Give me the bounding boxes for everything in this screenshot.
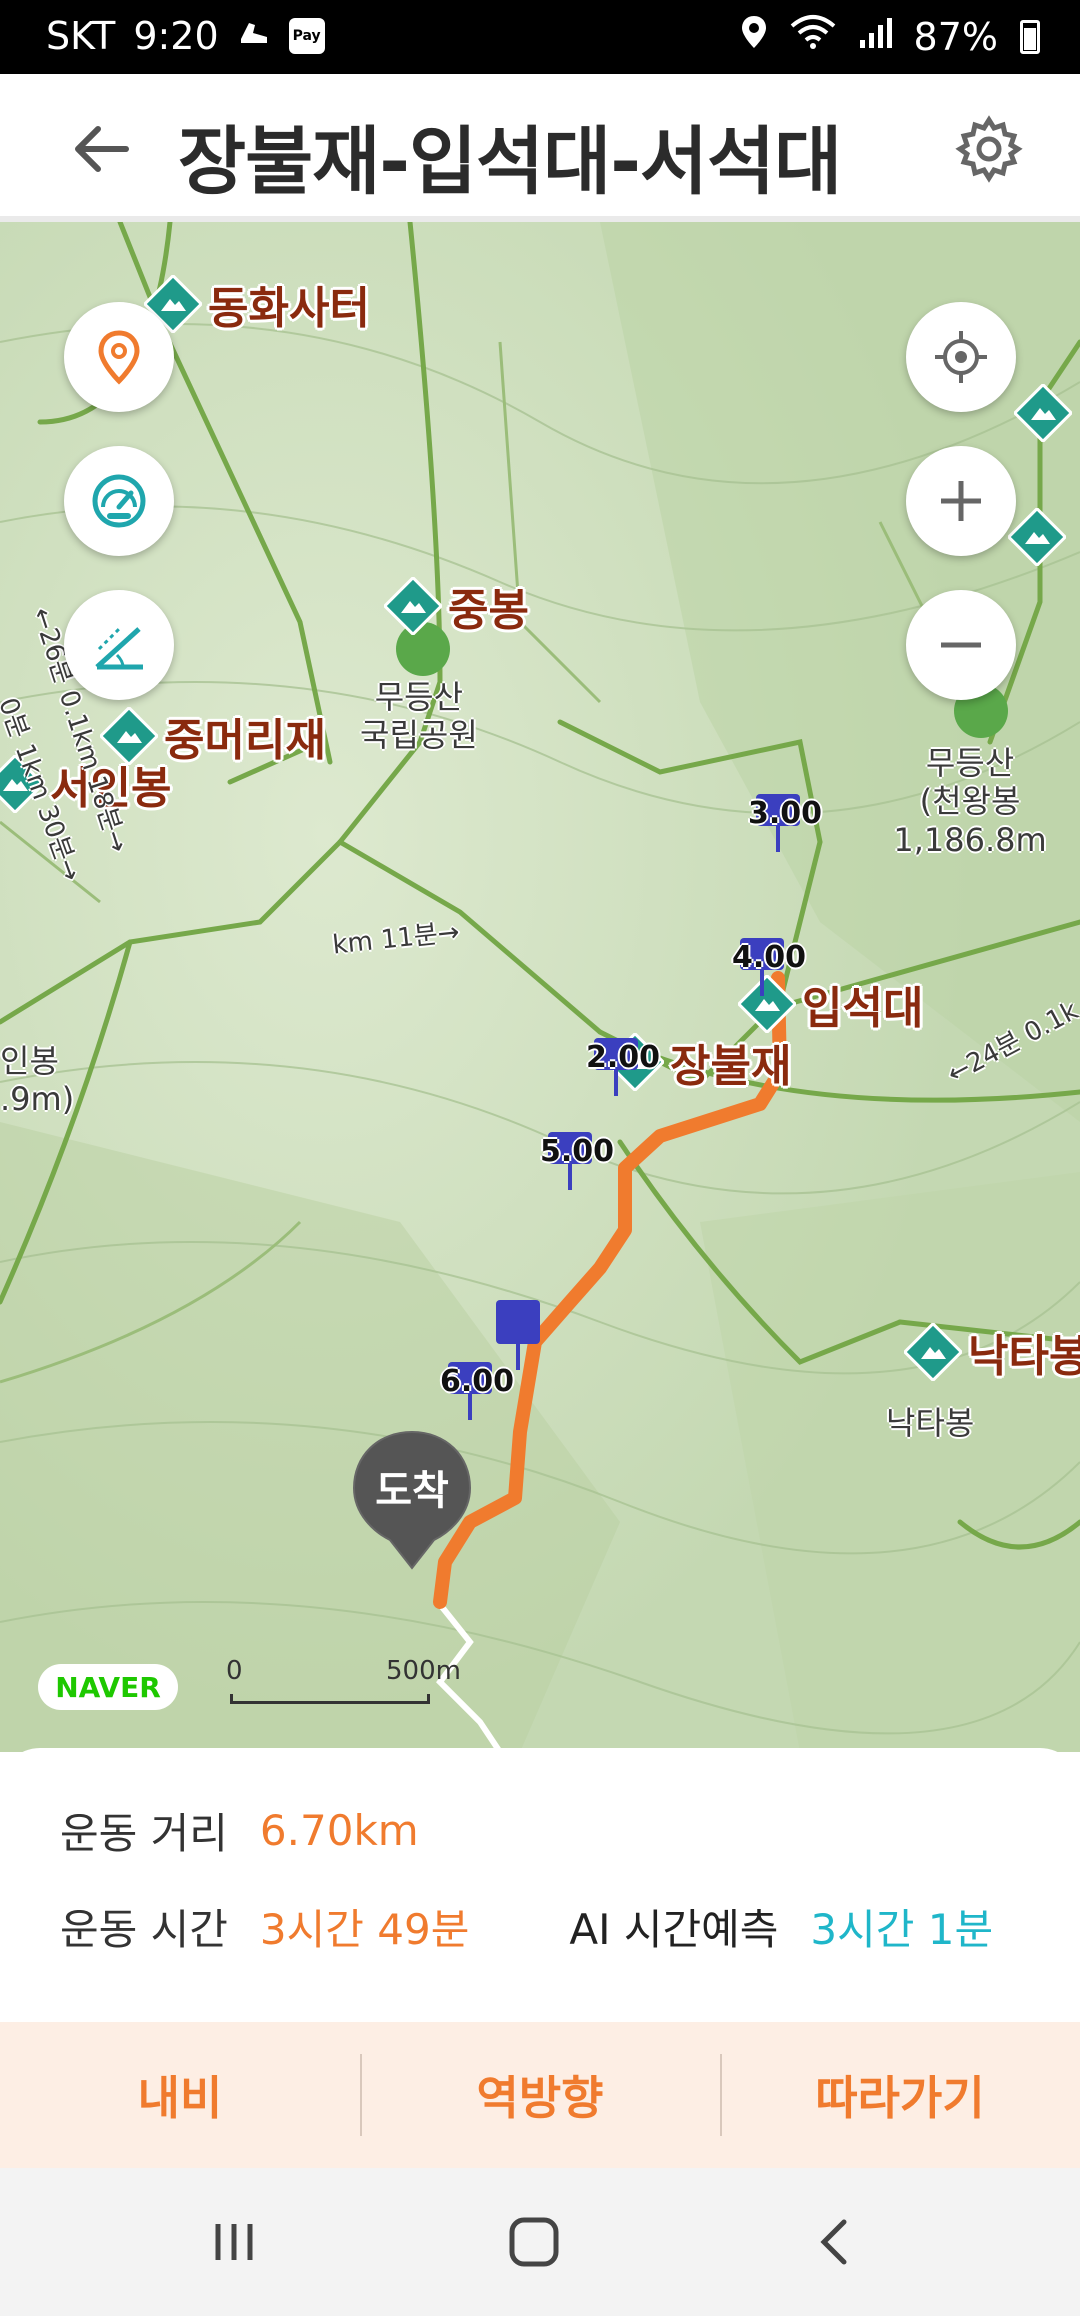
page-title: 장불재-입석대-서석대 [178, 119, 842, 205]
system-nav-bar [0, 2168, 1080, 2316]
recent-apps-button[interactable] [204, 2212, 264, 2272]
clock: 9:20 [133, 14, 219, 58]
navigate-button[interactable]: 내비 [0, 2022, 360, 2168]
peak-marker-icon [1014, 384, 1072, 442]
map-view[interactable]: 동화사터 중봉 중머리재 서인봉 장불재 입석대 낙타봉 무등산 국립공원 무등… [0, 222, 1080, 1752]
slope-icon [95, 627, 143, 670]
slope-button[interactable] [64, 590, 174, 700]
distance-row: 운동 거리 6.70km [60, 1800, 419, 1861]
locate-me-icon [935, 331, 987, 383]
arrow-left-icon [75, 126, 129, 172]
speedometer-icon [92, 474, 146, 528]
map-scale: 0 500m [226, 1656, 466, 1716]
speedometer-button[interactable] [64, 446, 174, 556]
peak-label: 중머리재 [164, 715, 326, 766]
zoom-in-icon [941, 481, 981, 521]
settings-button[interactable] [954, 114, 1024, 184]
peak-marker-icon [384, 577, 442, 635]
reverse-button[interactable]: 역방향 [360, 2022, 720, 2168]
header: 장불재-입석대-서석대 [0, 74, 1080, 222]
ai-prediction-label: AI 시간예측 [569, 1905, 779, 1954]
zoom-out-icon [941, 642, 981, 648]
peak-jungbong[interactable]: 중봉 [384, 574, 529, 638]
naktabong-sub-label: 낙타봉 [886, 1404, 975, 1442]
back-icon [820, 2219, 847, 2265]
back-nav-button[interactable] [806, 2212, 866, 2272]
km-marker: 3.00 [748, 794, 822, 852]
seoinbong-sub-label: 인봉 .9m) [0, 1042, 75, 1119]
park-label: 무등산 국립공원 [360, 678, 478, 755]
peak-naktabong[interactable]: 낙타봉 [904, 1320, 1080, 1384]
home-button[interactable] [504, 2212, 564, 2272]
naver-logo: NAVER [38, 1664, 178, 1710]
km-marker: 2.00 [586, 1038, 660, 1096]
distance-label: 운동 거리 [60, 1809, 228, 1858]
time-label: 운동 시간 [60, 1905, 228, 1954]
carrier-label: SKT [46, 14, 116, 58]
recent-apps-icon [215, 2224, 253, 2260]
location-pin-button[interactable] [64, 302, 174, 412]
summit-label: 무등산 (천왕봉1,186.8m [893, 744, 1047, 859]
pay-icon: Pay [288, 18, 325, 54]
km-marker: 6.00 [440, 1362, 514, 1420]
km-marker: 4.00 [732, 938, 806, 996]
locate-me-button[interactable] [906, 302, 1016, 412]
gear-icon [955, 115, 1023, 183]
route-flag [496, 1300, 540, 1370]
time-value: 3시간 49분 [259, 1905, 470, 1954]
wifi-icon [790, 14, 836, 59]
action-bar: 내비 역방향 따라가기 [0, 2022, 1080, 2168]
location-icon [740, 14, 768, 59]
zoom-out-button[interactable] [906, 590, 1016, 700]
battery-percent: 87% [913, 14, 998, 59]
home-icon [509, 2217, 559, 2267]
km-marker: 5.00 [540, 1132, 614, 1190]
peak-marker-icon [1008, 508, 1066, 566]
arrival-marker[interactable]: 도착 [350, 1428, 474, 1578]
battery-icon [1020, 19, 1040, 54]
peak-label: 낙타봉 [968, 1331, 1080, 1382]
peak-donghwasateo[interactable]: 동화사터 [144, 272, 370, 336]
peak-label: 중봉 [448, 585, 529, 636]
peak-label: 입석대 [802, 983, 924, 1034]
ai-prediction-value: 3시간 1분 [810, 1905, 994, 1954]
status-bar: SKT 9:20 Pay 87% [0, 0, 1080, 74]
peak-label: 장불재 [670, 1041, 792, 1092]
follow-button[interactable]: 따라가기 [720, 2022, 1080, 2168]
signal-icon [858, 15, 892, 59]
peak-marker-icon [904, 1323, 962, 1381]
back-button[interactable] [66, 114, 136, 184]
shoe-icon [237, 14, 271, 58]
location-pin-icon [98, 330, 140, 385]
time-row: 운동 시간 3시간 49분 AI 시간예측 3시간 1분 [60, 1896, 993, 1957]
exercise-info-panel: 운동 거리 6.70km 운동 시간 3시간 49분 AI 시간예측 3시간 1… [0, 1748, 1080, 2022]
zoom-in-button[interactable] [906, 446, 1016, 556]
peak-label: 동화사터 [208, 283, 370, 334]
distance-value: 6.70km [259, 1806, 419, 1855]
